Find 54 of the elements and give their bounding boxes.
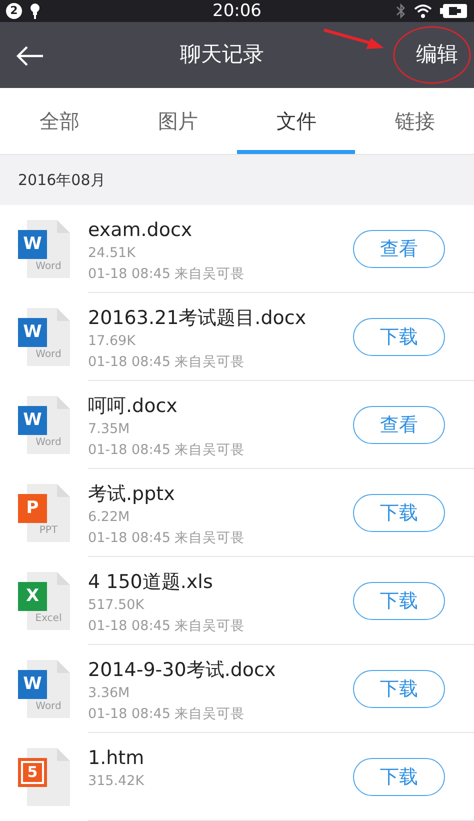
file-meta: 01-18 08:45 来自吴可畏 — [88, 617, 246, 636]
file-type-label: Word — [34, 348, 62, 362]
file-action-button[interactable]: 查看 — [353, 230, 445, 268]
file-size: 3.36M — [88, 684, 131, 703]
file-type-label: PPT — [38, 524, 59, 538]
battery-icon — [440, 3, 468, 19]
file-type-letter: W — [18, 670, 47, 699]
tab[interactable]: 全部 — [0, 88, 118, 154]
file-meta: 01-18 08:45 来自吴可畏 — [88, 441, 246, 460]
file-meta: 01-18 08:45 来自吴可畏 — [88, 265, 246, 284]
file-action-button[interactable]: 下载 — [353, 318, 445, 356]
file-name: 2014-9-30考试.docx — [88, 658, 277, 683]
section-header: 2016年08月 — [0, 155, 474, 205]
file-size: 7.35M — [88, 420, 131, 439]
file-action-button[interactable]: 查看 — [353, 406, 445, 444]
file-meta: 01-18 08:45 来自吴可畏 — [88, 353, 246, 372]
file-name: exam.docx — [88, 218, 194, 243]
tab[interactable]: 文件 — [237, 88, 356, 154]
file-type-letter: 5 — [18, 758, 47, 787]
file-name: 4 150道题.xls — [88, 570, 214, 595]
file-action-button[interactable]: 下载 — [353, 758, 445, 796]
file-type-label: Word — [34, 700, 62, 714]
file-meta: 01-18 08:45 来自吴可畏 — [88, 705, 246, 724]
file-type-letter: P — [18, 494, 47, 523]
file-type-letter: W — [18, 230, 47, 259]
file-type-label: Word — [34, 260, 62, 274]
bluetooth-icon — [396, 3, 406, 19]
file-type-label: Word — [34, 436, 62, 450]
file-action-button[interactable]: 下载 — [353, 494, 445, 532]
file-action-button[interactable]: 下载 — [353, 670, 445, 708]
screen-title: 聊天记录 — [180, 42, 264, 66]
wifi-icon — [414, 4, 432, 18]
back-button[interactable] — [16, 43, 44, 67]
edit-button[interactable]: 编辑 — [400, 39, 474, 71]
status-time: 20:06 — [212, 0, 262, 22]
file-size: 315.42K — [88, 772, 146, 791]
file-size: 17.69K — [88, 332, 137, 351]
tab[interactable]: 图片 — [118, 88, 237, 154]
file-name: 呵呵.docx — [88, 394, 178, 419]
notification-count-badge: 2 — [6, 3, 22, 19]
file-name: 考试.pptx — [88, 482, 176, 507]
file-type-letter: X — [18, 582, 47, 611]
file-name: 20163.21考试题目.docx — [88, 306, 308, 331]
file-size: 517.50K — [88, 596, 146, 615]
tab[interactable]: 链接 — [356, 88, 474, 154]
file-type-label: Excel — [34, 612, 63, 626]
file-type-letter: W — [18, 406, 47, 435]
file-size: 24.51K — [88, 244, 137, 263]
back-arrow-icon — [16, 44, 44, 67]
file-name: 1.htm — [88, 746, 146, 771]
file-action-button[interactable]: 下载 — [353, 582, 445, 620]
file-size: 6.22M — [88, 508, 131, 527]
file-meta: 01-18 08:45 来自吴可畏 — [88, 529, 246, 548]
file-type-letter: W — [18, 318, 47, 347]
